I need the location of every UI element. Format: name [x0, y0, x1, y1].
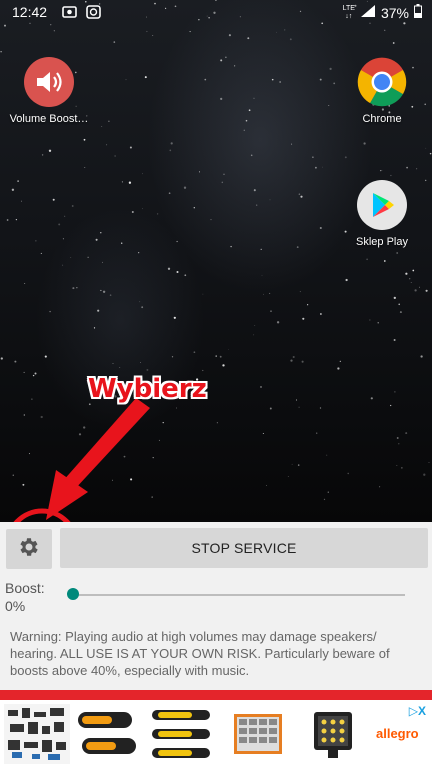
adchoices-icon[interactable]: ▷X: [409, 704, 426, 718]
annotation-arrow: [46, 398, 150, 520]
settings-button[interactable]: [6, 529, 52, 569]
ad-border: [0, 690, 432, 700]
boost-slider-thumb[interactable]: [67, 588, 79, 600]
stop-service-button[interactable]: STOP SERVICE: [60, 528, 428, 568]
boost-value: 0%: [5, 598, 26, 614]
ad-brand-logo[interactable]: allegro: [376, 726, 419, 741]
annotation-label: Wybierz: [88, 374, 207, 404]
boost-readout: Boost: 0%: [5, 579, 45, 615]
ad-product-image[interactable]: [226, 704, 292, 764]
ad-banner[interactable]: allegro ▷X: [0, 700, 432, 768]
volume-booster-panel: STOP SERVICE Boost: 0% Warning: Playing …: [0, 522, 432, 690]
boost-slider-track[interactable]: [73, 594, 405, 596]
gear-icon: [17, 535, 41, 564]
ad-product-image[interactable]: [148, 704, 214, 764]
ad-product-image[interactable]: [300, 704, 366, 764]
ad-product-image[interactable]: [4, 704, 70, 764]
warning-text: Warning: Playing audio at high volumes m…: [10, 629, 390, 678]
ad-product-image[interactable]: [74, 704, 140, 764]
boost-label: Boost:: [5, 580, 45, 596]
